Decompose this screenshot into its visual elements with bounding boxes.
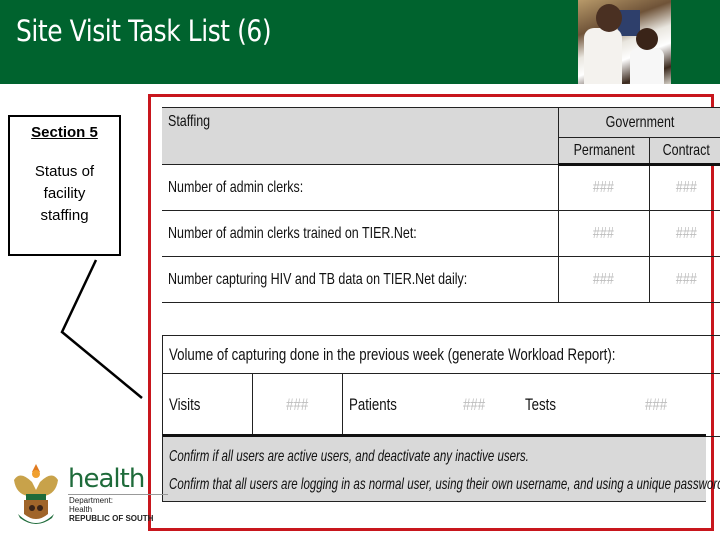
volume-heading: Volume of capturing done in the previous… (162, 335, 720, 374)
visits-value: ### (252, 373, 343, 437)
cell-value: ### (557, 210, 650, 257)
row-label: Number of admin clerks trained on TIER.N… (162, 210, 559, 257)
row-label: Number capturing HIV and TB data on TIER… (162, 256, 559, 303)
tests-value: ### (645, 395, 668, 414)
patients-value: ### (463, 395, 486, 414)
confirm-note: Confirm that all users are logging in as… (169, 476, 720, 493)
table-row: Number of admin clerks: ### ### ### ### (162, 164, 720, 211)
cell-value: ### (557, 164, 650, 211)
connector-polyline (60, 259, 143, 399)
department-of-health-logo: health Department: Health REPUBLIC OF SO… (10, 458, 168, 530)
coat-of-arms-icon (14, 464, 58, 524)
cell-value: ### (648, 164, 720, 211)
confirm-note: Confirm if all users are active users, a… (169, 448, 529, 465)
logo-dept-line: Health (69, 505, 93, 514)
health-wordmark: health (68, 464, 145, 494)
col-header-contract: Contract (648, 137, 720, 166)
confirm-notes-box: Confirm if all users are active users, a… (162, 434, 720, 502)
volume-table: Volume of capturing done in the previous… (162, 335, 720, 437)
logo-country-line: REPUBLIC OF SOUTH (69, 514, 154, 523)
callout-connector-line (60, 259, 143, 399)
tests-label: Tests (525, 395, 556, 414)
row-label: Number of admin clerks: (162, 164, 559, 211)
cell-value: ### (648, 256, 720, 303)
group-header-government: Government (557, 107, 720, 138)
staffing-table: Staffing Government NGO support partner … (162, 107, 720, 303)
table-row: Number capturing HIV and TB data on TIER… (162, 256, 720, 303)
cell-value: ### (557, 256, 650, 303)
visits-label: Visits (162, 373, 253, 437)
patients-tests-cell: Patients ### Tests ### (342, 373, 720, 437)
patients-label: Patients (349, 395, 397, 414)
cell-value: ### (648, 210, 720, 257)
col-header-permanent: Permanent (557, 137, 650, 166)
logo-divider (68, 494, 168, 495)
table-row: Number of admin clerks trained on TIER.N… (162, 210, 720, 257)
header-photo (578, 0, 671, 84)
staffing-corner-label: Staffing (162, 107, 559, 165)
logo-dept-line: Department: (69, 496, 114, 505)
